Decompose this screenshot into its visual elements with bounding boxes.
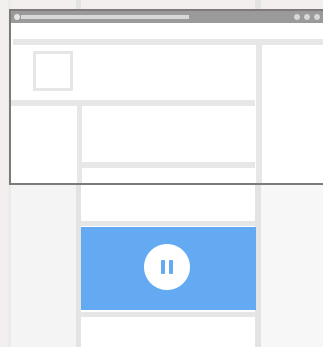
pause-button[interactable] [144, 244, 190, 290]
pause-icon [169, 260, 173, 274]
bg-row-divider [79, 221, 256, 226]
bg-left-panel [9, 185, 79, 347]
bg-row-divider [79, 312, 256, 317]
toolbar-strip [13, 39, 323, 45]
content-divider [82, 162, 255, 168]
app-window [9, 9, 323, 185]
pause-icon [161, 260, 165, 274]
window-menu-icon[interactable] [14, 14, 20, 20]
content-column-divider [77, 106, 82, 183]
content-divider [11, 100, 255, 106]
window-control-dot[interactable] [294, 14, 300, 20]
wireframe-canvas [0, 0, 323, 347]
avatar-placeholder [33, 51, 73, 91]
title-bar-placeholder [21, 15, 189, 19]
window-control-dot[interactable] [314, 14, 320, 20]
window-control-dot[interactable] [304, 14, 310, 20]
title-bar [11, 11, 323, 23]
bg-right-panel [261, 185, 323, 347]
window-column-divider-right [256, 45, 262, 183]
